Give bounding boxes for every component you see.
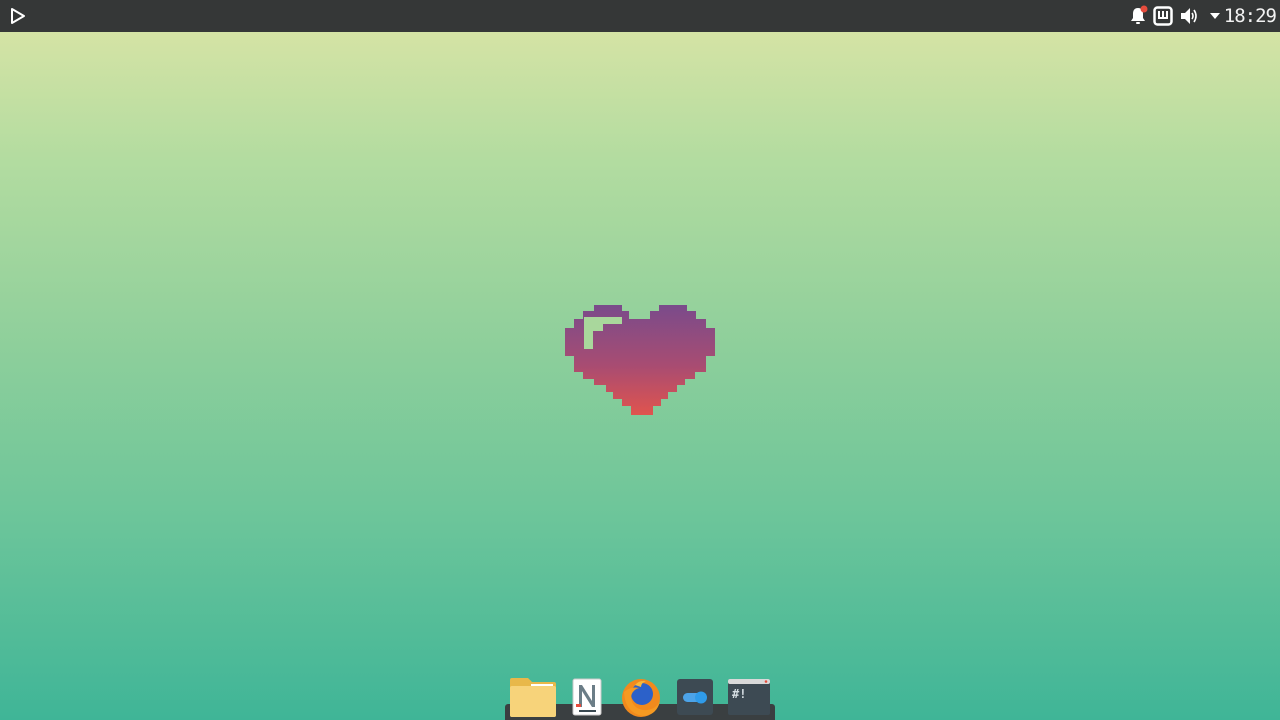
wallpaper-heart	[565, 305, 715, 415]
app-launcher-icon	[11, 8, 25, 24]
dock-text-editor[interactable]	[563, 676, 611, 718]
top-panel: 18:29	[0, 0, 1280, 32]
text-editor-icon	[572, 678, 602, 716]
clock[interactable]: 18:29	[1224, 0, 1277, 32]
notification-dot	[1140, 5, 1148, 13]
dock-firefox[interactable]	[617, 676, 665, 718]
notifications-icon	[1131, 5, 1148, 24]
app-launcher-button[interactable]	[6, 4, 30, 28]
system-menu-button[interactable]	[1205, 4, 1225, 28]
volume-button[interactable]	[1177, 4, 1201, 28]
dock-settings-toggle[interactable]	[671, 676, 719, 718]
network-button[interactable]	[1152, 4, 1174, 28]
menu-arrow-icon	[1210, 13, 1220, 19]
network-icon	[1153, 6, 1173, 26]
terminal-icon: #!	[728, 679, 770, 715]
desktop: 18:29 #!	[0, 0, 1280, 720]
dock-terminal[interactable]: #!	[725, 676, 773, 718]
file-manager-icon	[510, 678, 556, 717]
settings-toggle-icon	[677, 679, 713, 715]
dock-file-manager[interactable]	[509, 676, 557, 718]
notifications-button[interactable]	[1126, 4, 1150, 28]
firefox-icon	[622, 679, 660, 717]
volume-icon	[1181, 8, 1197, 24]
terminal-glyph: #!	[732, 687, 746, 701]
